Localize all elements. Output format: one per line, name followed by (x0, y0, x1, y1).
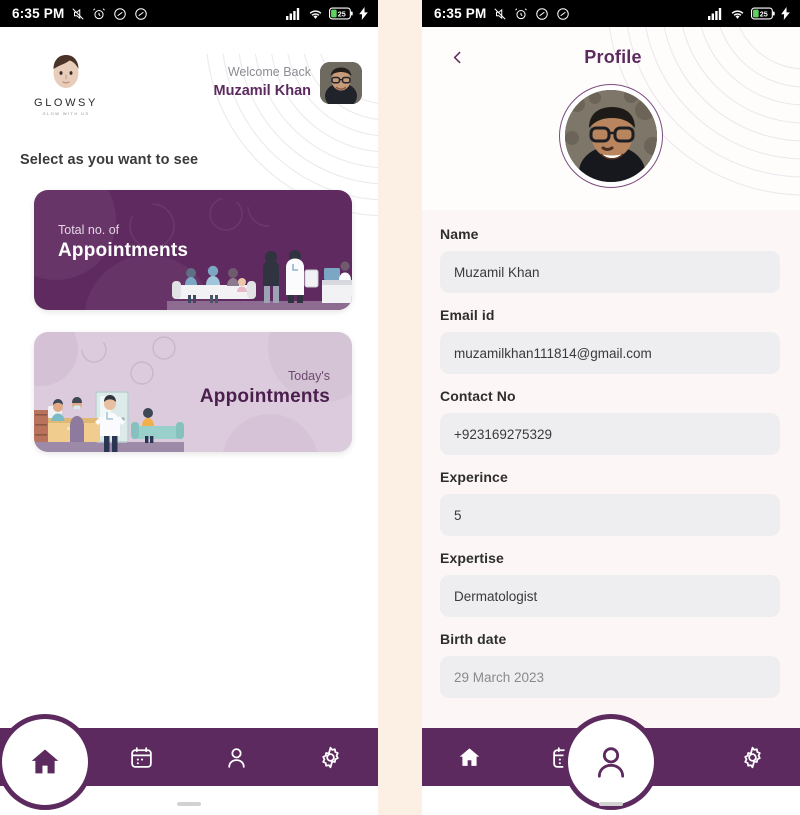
card-kicker: Total no. of (58, 223, 120, 237)
wifi-icon (309, 10, 322, 19)
dnd-icon (114, 7, 127, 20)
profile-header-area: Profile (422, 27, 800, 210)
card-title: Appointments (58, 240, 189, 261)
nav-item-profile[interactable] (189, 728, 284, 786)
welcome-greeting: Welcome Back (227, 65, 311, 80)
field-label: Name (440, 226, 479, 242)
name-field[interactable]: Muzamil Khan (440, 251, 780, 293)
avatar[interactable] (320, 61, 362, 104)
page-title: Select as you want to see (20, 152, 199, 168)
nav-active-bump-profile[interactable] (568, 719, 654, 805)
field-label: Birth date (440, 631, 507, 647)
status-bar-left-profile: 6:35 PM (434, 6, 570, 21)
face-logo-icon (53, 55, 79, 88)
card-todays-appointments[interactable]: Today's Appointments (34, 332, 352, 452)
dnd-icon (536, 7, 549, 20)
screen-gap (378, 0, 422, 815)
field-label: Email id (440, 307, 495, 323)
wifi-icon (731, 10, 744, 19)
profile-appbar: Profile (422, 27, 800, 70)
profile-avatar-ring[interactable] (559, 84, 663, 188)
field-group-contact: Contact No +923169275329 (440, 388, 780, 455)
profile-photo-image (565, 90, 657, 182)
dnd-secondary-icon (557, 7, 570, 20)
nav-item-calendar[interactable] (95, 728, 190, 786)
alarm-icon (515, 7, 528, 19)
card-text-block-light: Today's Appointments (200, 366, 330, 408)
profile-content: Profile Name Muzamil Khan Email id muzam… (422, 27, 800, 815)
dual-screen-stage: 6:35 PM 25 GLOWSY GLOW WITH US Welcome B… (0, 0, 800, 815)
person-icon (228, 747, 245, 768)
person-icon (597, 747, 625, 778)
status-bar-left: 6:35 PM (12, 6, 148, 21)
home-icon (31, 749, 59, 774)
expertise-field[interactable]: Dermatologist (440, 575, 780, 617)
field-group-birthdate: Birth date 29 March 2023 (440, 631, 780, 698)
status-bar-home: 6:35 PM 25 (0, 0, 378, 27)
gesture-bar-home (177, 802, 201, 806)
status-time: 6:35 PM (12, 6, 65, 21)
field-label: Experince (440, 469, 508, 485)
status-time-profile: 6:35 PM (434, 6, 487, 21)
status-bar-right: 25 (286, 7, 368, 20)
gear-icon (322, 746, 339, 768)
charging-bolt-icon (781, 7, 790, 20)
home-content: GLOWSY GLOW WITH US Welcome Back Muzamil… (0, 27, 378, 815)
signal-icon (286, 8, 300, 20)
welcome-username: Muzamil Khan (213, 83, 311, 100)
field-group-expertise: Expertise Dermatologist (440, 550, 780, 617)
status-bar-right-profile: 25 (708, 7, 790, 20)
welcome-block[interactable]: Welcome Back Muzamil Khan (214, 61, 362, 104)
clinic-reception-illustration (34, 391, 184, 452)
field-label: Expertise (440, 550, 504, 566)
nav-item-home[interactable] (422, 728, 517, 786)
avatar[interactable] (565, 90, 657, 182)
home-screen: 6:35 PM 25 GLOWSY GLOW WITH US Welcome B… (0, 0, 378, 815)
profile-screen: 6:35 PM 25 Profile Name Muzamil Khan Ema… (422, 0, 800, 815)
field-group-name: Name Muzamil Khan (440, 226, 780, 293)
svg-text:25: 25 (760, 10, 768, 19)
card-kicker-light: Today's (288, 369, 330, 383)
waiting-room-illustration (167, 250, 352, 310)
field-group-email: Email id muzamilkhan111814@gmail.com (440, 307, 780, 374)
field-group-experience: Experince 5 (440, 469, 780, 536)
card-list: Total no. of Appointments Today's Appoin… (0, 168, 378, 452)
nav-item-settings[interactable] (706, 728, 800, 786)
gear-icon (744, 746, 761, 768)
status-bar-profile: 6:35 PM 25 (422, 0, 800, 27)
signal-icon (708, 8, 722, 20)
home-header: GLOWSY GLOW WITH US Welcome Back Muzamil… (0, 27, 378, 116)
nav-active-bump-home[interactable] (2, 719, 88, 805)
mute-icon (72, 7, 85, 20)
dnd-secondary-icon (135, 7, 148, 20)
birthdate-field[interactable]: 29 March 2023 (440, 656, 780, 698)
field-label: Contact No (440, 388, 516, 404)
welcome-text: Welcome Back Muzamil Khan (214, 63, 311, 101)
app-logo: GLOWSY GLOW WITH US (20, 49, 112, 116)
card-title-light: Appointments (199, 386, 330, 407)
svg-text:25: 25 (338, 10, 346, 19)
battery-icon: 25 (329, 7, 353, 20)
battery-icon: 25 (751, 7, 775, 20)
logo-wordmark: GLOWSY (34, 97, 98, 109)
alarm-icon (93, 7, 106, 19)
calendar-icon (131, 746, 153, 768)
gesture-bar-profile (599, 802, 623, 806)
card-total-appointments[interactable]: Total no. of Appointments (34, 190, 352, 310)
user-avatar-image (320, 61, 362, 104)
experience-field[interactable]: 5 (440, 494, 780, 536)
card-text-block: Total no. of Appointments (58, 220, 188, 262)
charging-bolt-icon (359, 7, 368, 20)
profile-form: Name Muzamil Khan Email id muzamilkhan11… (422, 210, 800, 698)
home-icon (459, 747, 480, 766)
nav-item-settings[interactable] (284, 728, 379, 786)
email-field[interactable]: muzamilkhan111814@gmail.com (440, 332, 780, 374)
contact-field[interactable]: +923169275329 (440, 413, 780, 455)
mute-icon (494, 7, 507, 20)
card-blob-light-3 (222, 414, 318, 452)
page-title: Profile (584, 46, 642, 67)
